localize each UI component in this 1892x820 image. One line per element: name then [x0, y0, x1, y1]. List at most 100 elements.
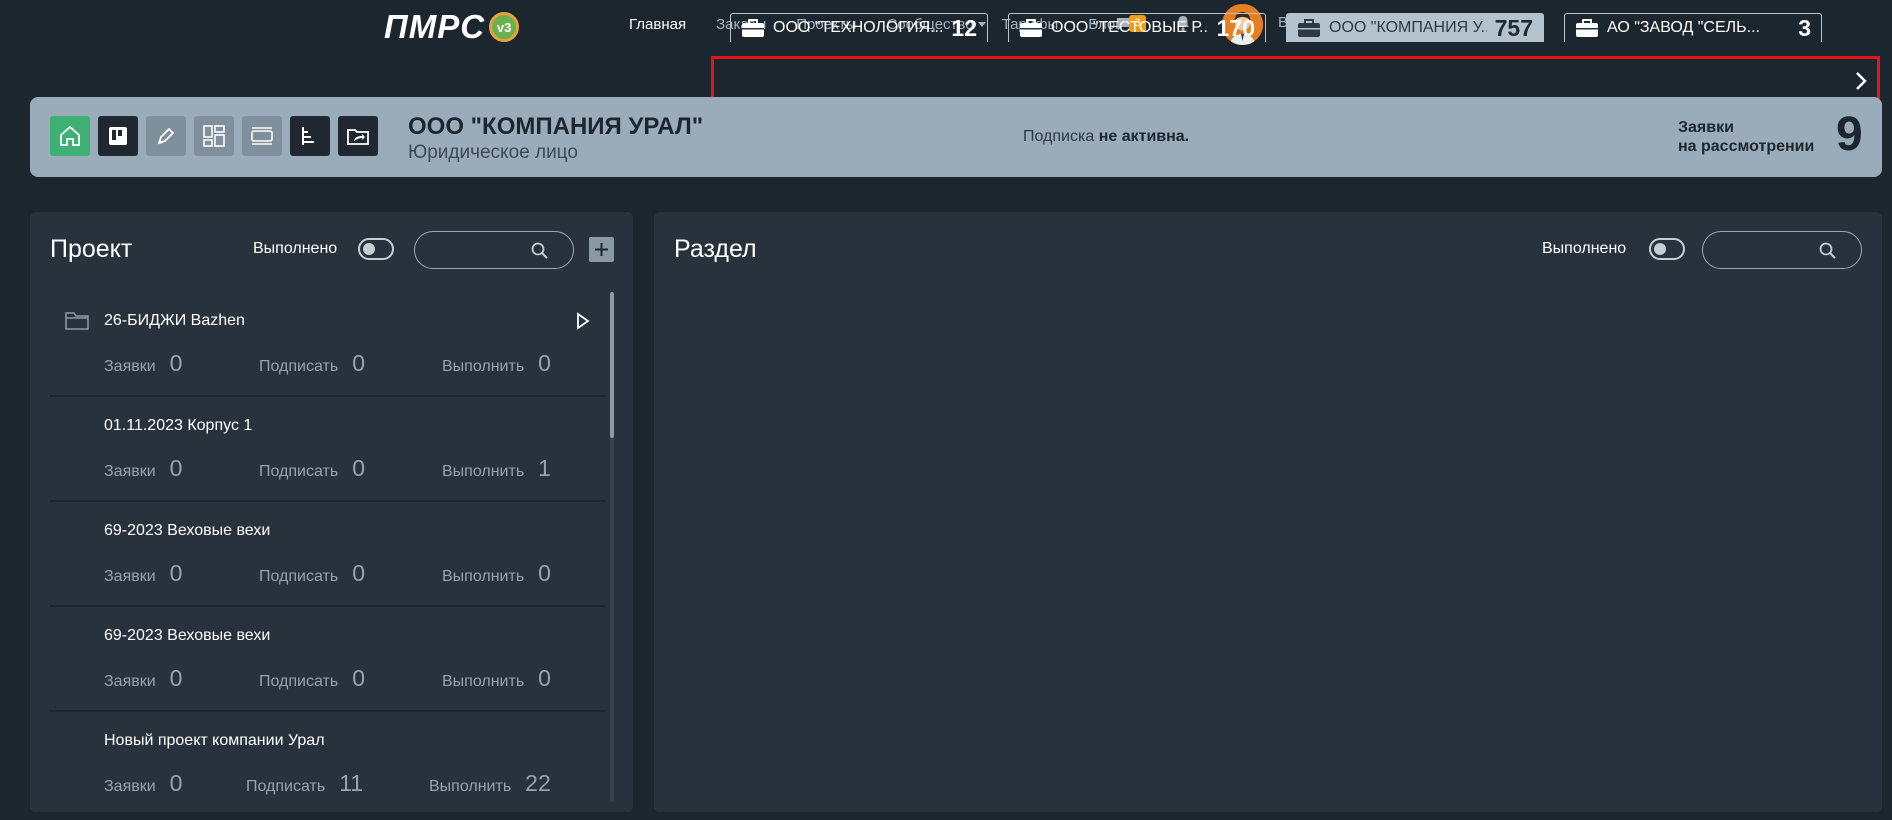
stat-do: Выполнить 0: [442, 560, 551, 587]
stat-value: 11: [339, 770, 364, 796]
project-stats: Заявки 0 Подписать 0 Выполнить 0: [104, 350, 584, 376]
stat-requests: Заявки 0: [104, 350, 182, 377]
stat-label: Выполнить: [442, 463, 525, 480]
logo[interactable]: ПМРС v3: [384, 10, 520, 44]
project-search[interactable]: [414, 231, 574, 269]
nav-home[interactable]: Главная: [629, 16, 686, 33]
company-tab-name: ООО "ТЕСТОВЫЕ Р...: [1051, 19, 1209, 36]
company-tab-3[interactable]: ООО "КОМПАНИЯ У... 757: [1286, 13, 1544, 42]
stat-value: 0: [169, 770, 183, 796]
company-name: ООО "КОМПАНИЯ УРАЛ": [408, 113, 704, 140]
stat-value: 0: [169, 455, 183, 481]
project-name: Новый проект компании Урал: [104, 732, 325, 749]
stat-sign: Подписать 11: [246, 770, 363, 797]
stat-requests: Заявки 0: [104, 770, 182, 797]
stat-label: Подписать: [259, 673, 339, 690]
project-item[interactable]: 26-БИДЖИ Bazhen Заявки 0 Подписать 0 Выпол…: [50, 292, 605, 397]
project-name: 01.11.2023 Корпус 1: [104, 417, 253, 434]
stat-value: 0: [352, 560, 365, 586]
company-tab-4[interactable]: АО "ЗАВОД "СЕЛЬ... 3: [1564, 13, 1822, 42]
play-icon[interactable]: [576, 312, 590, 330]
stat-label: Заявки: [104, 358, 156, 375]
project-done-label: Выполнено: [253, 240, 338, 257]
tabs-next-button[interactable]: [1854, 70, 1868, 97]
shared-folder-button[interactable]: [338, 116, 378, 156]
project-item[interactable]: 69-2023 Веховые вехи Заявки 0 Подписать 0 …: [50, 502, 605, 607]
project-name: 69-2023 Веховые вехи: [104, 627, 271, 644]
company-tab-count: 757: [1494, 14, 1533, 41]
project-list-scrollbar[interactable]: [610, 292, 614, 802]
stat-label: Заявки: [104, 568, 156, 585]
project-item[interactable]: 01.11.2023 Корпус 1 Заявки 0 Подписать 0 В…: [50, 397, 605, 502]
stat-label: Заявки: [104, 778, 156, 795]
project-panel: Проект Выполнено 26-БИДЖИ Bazhen Заявки 0…: [30, 212, 633, 812]
project-stats: Заявки 0 Подписать 0 Выполнить 0: [104, 665, 584, 691]
section-search-input[interactable]: [1719, 240, 1819, 260]
requests-pending-label: Заявки на рассмотрении: [1678, 118, 1814, 156]
company-header: ООО "КОМПАНИЯ УРАЛ" Юридическое лицо Под…: [30, 97, 1882, 177]
stat-value: 1: [538, 455, 551, 481]
stat-value: 0: [352, 665, 365, 691]
stat-label: Подписать: [246, 778, 326, 795]
stat-requests: Заявки 0: [104, 665, 182, 692]
company-tab-1[interactable]: ООО "ТЕХНОЛОГИЯ... 12: [730, 13, 988, 42]
section-done-label: Выполнено: [1542, 240, 1627, 257]
section-search[interactable]: [1702, 231, 1862, 269]
project-stats: Заявки 0 Подписать 0 Выполнить 0: [104, 560, 584, 586]
briefcase-icon: [1576, 19, 1598, 37]
home-button[interactable]: [50, 116, 90, 156]
stat-sign: Подписать 0: [259, 665, 365, 692]
version-badge: v3: [489, 12, 520, 42]
stat-value: 22: [525, 770, 551, 796]
kanban-icon: [109, 127, 127, 145]
company-tab-2[interactable]: ООО "ТЕСТОВЫЕ Р... 170: [1008, 13, 1266, 42]
search-icon: [1819, 242, 1836, 259]
pen-icon: [157, 127, 175, 145]
dashboard-button[interactable]: [194, 116, 234, 156]
stat-sign: Подписать 0: [259, 350, 365, 377]
company-toolbar: [50, 116, 386, 156]
sign-button[interactable]: [146, 116, 186, 156]
stat-label: Выполнить: [442, 568, 525, 585]
company-type: Юридическое лицо: [408, 142, 578, 163]
project-name: 26-БИДЖИ Bazhen: [104, 312, 245, 329]
company-tab-count: 170: [1216, 14, 1255, 41]
stat-value: 0: [169, 560, 183, 586]
scrollbar-thumb[interactable]: [610, 292, 614, 438]
plus-icon: [595, 243, 608, 256]
stat-do: Выполнить 0: [442, 665, 551, 692]
stat-label: Подписать: [259, 568, 339, 585]
stat-sign: Подписать 0: [259, 560, 365, 587]
stat-value: 0: [538, 350, 551, 376]
stat-value: 0: [538, 665, 551, 691]
project-done-toggle[interactable]: [358, 238, 394, 260]
folder-icon: [65, 312, 89, 330]
section-done-toggle[interactable]: [1649, 238, 1685, 260]
project-search-input[interactable]: [431, 240, 531, 260]
search-icon: [531, 242, 548, 259]
dashboard-icon: [203, 125, 225, 147]
stat-label: Выполнить: [442, 358, 525, 375]
company-tab-name: ООО "ТЕХНОЛОГИЯ...: [773, 19, 944, 36]
hierarchy-button[interactable]: [290, 116, 330, 156]
stat-do: Выполнить 1: [442, 455, 551, 482]
project-item[interactable]: Новый проект компании Урал Заявки 0 Подпи…: [50, 712, 605, 802]
briefcase-icon: [1298, 19, 1320, 37]
stat-value: 0: [352, 350, 365, 376]
requests-label-line1: Заявки: [1678, 119, 1734, 136]
company-tab-name: АО "ЗАВОД "СЕЛЬ...: [1607, 19, 1760, 36]
hierarchy-icon: [302, 127, 314, 145]
project-item[interactable]: 69-2023 Веховые вехи Заявки 0 Подписать 0 …: [50, 607, 605, 712]
stat-do: Выполнить 0: [442, 350, 551, 377]
section-panel-title: Раздел: [674, 235, 757, 263]
subscription-state: не активна.: [1098, 128, 1190, 145]
layers-button[interactable]: [242, 116, 282, 156]
stat-label: Подписать: [259, 358, 339, 375]
requests-label-line2: на рассмотрении: [1678, 138, 1815, 155]
company-tabs-highlight: [711, 56, 1880, 102]
kanban-button[interactable]: [98, 116, 138, 156]
add-project-button[interactable]: [589, 237, 614, 262]
project-panel-title: Проект: [50, 235, 133, 263]
stat-value: 0: [538, 560, 551, 586]
subscription-status: Подписка не активна.: [1023, 128, 1189, 146]
